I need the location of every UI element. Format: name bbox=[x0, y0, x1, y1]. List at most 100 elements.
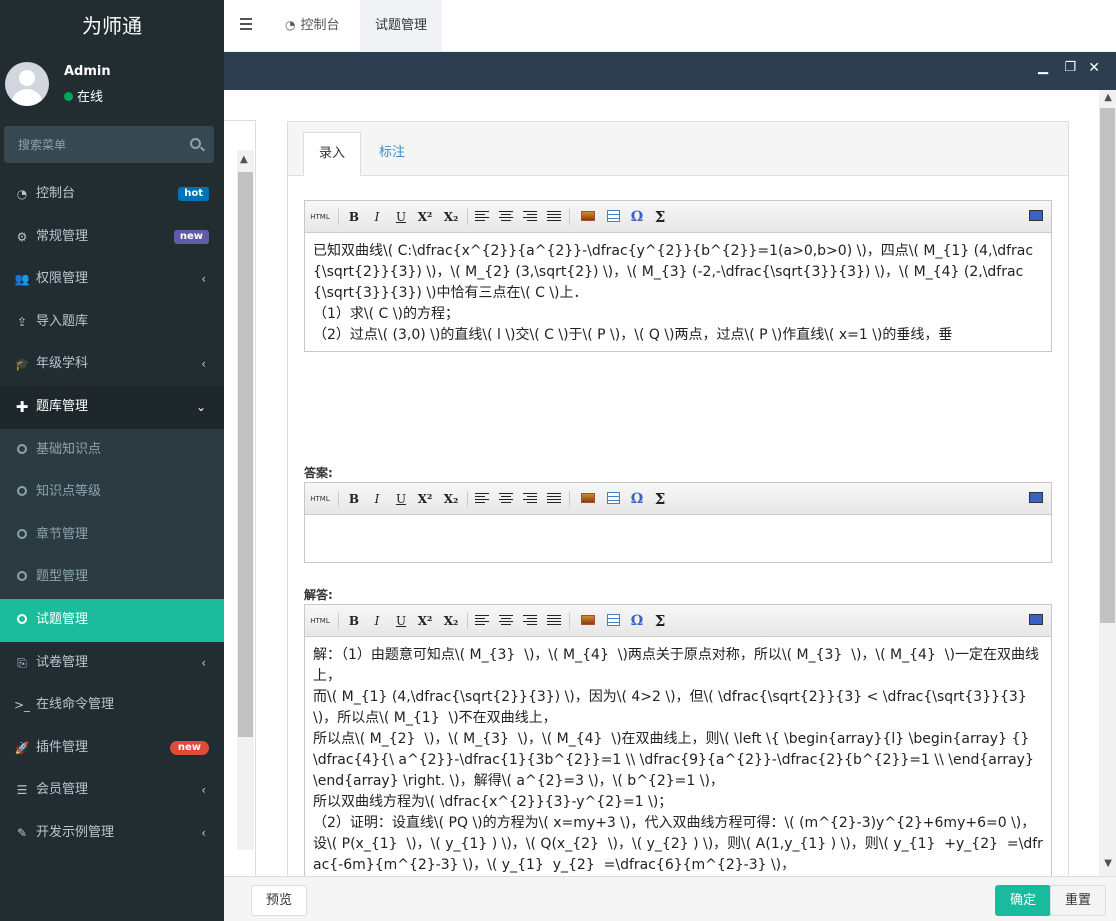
align-left-icon[interactable] bbox=[473, 612, 491, 630]
italic-button[interactable]: I bbox=[368, 490, 386, 508]
sidebar-item-auth[interactable]: 👥 权限管理 ‹ bbox=[0, 258, 224, 301]
fullscreen-icon[interactable] bbox=[1029, 210, 1043, 221]
terminal-icon: >_ bbox=[14, 698, 31, 713]
scroll-down-icon[interactable]: ▼ bbox=[1104, 858, 1112, 869]
preview-button[interactable]: 预览 bbox=[251, 885, 308, 916]
sidebar-item-command[interactable]: >_ 在线命令管理 bbox=[0, 684, 224, 727]
dialog-header: ▁ ❐ ✕ bbox=[224, 52, 1116, 90]
image-icon[interactable] bbox=[581, 211, 595, 221]
table-icon[interactable] bbox=[607, 492, 620, 504]
sidebar-item-import[interactable]: ⇪ 导入题库 bbox=[0, 301, 224, 344]
upload-icon: ⇪ bbox=[16, 314, 28, 329]
dialog-scrollbar-thumb[interactable] bbox=[1100, 108, 1115, 623]
subscript-button[interactable]: X₂ bbox=[442, 208, 460, 226]
magic-icon: ✎ bbox=[16, 825, 28, 840]
sidebar-item-chapter[interactable]: 章节管理 bbox=[0, 514, 224, 557]
table-icon[interactable] bbox=[607, 210, 620, 222]
bold-button[interactable]: B bbox=[345, 490, 363, 508]
bold-button[interactable]: B bbox=[345, 612, 363, 630]
sidebar-item-example[interactable]: ✎ 开发示例管理 ‹ bbox=[0, 812, 224, 855]
italic-button[interactable]: I bbox=[368, 612, 386, 630]
subscript-button[interactable]: X₂ bbox=[442, 612, 460, 630]
circle-icon bbox=[17, 443, 27, 454]
superscript-button[interactable]: X² bbox=[416, 490, 434, 508]
tab-dashboard[interactable]: ◔ 控制台 bbox=[270, 0, 355, 51]
superscript-button[interactable]: X² bbox=[416, 208, 434, 226]
answer-editor[interactable]: HTML B I U X² X₂ Ω Σ bbox=[304, 482, 1052, 563]
special-char-icon[interactable]: Ω bbox=[628, 612, 646, 630]
maximize-icon[interactable]: ❐ bbox=[1064, 60, 1076, 75]
align-justify-icon[interactable] bbox=[545, 612, 563, 630]
align-right-icon[interactable] bbox=[521, 612, 539, 630]
sidebar-item-general[interactable]: ⚙ 常规管理 new bbox=[0, 216, 224, 259]
chevron-left-icon: ‹ bbox=[201, 357, 206, 372]
left-scrollbar-thumb[interactable] bbox=[238, 172, 253, 737]
html-source-button[interactable]: HTML bbox=[309, 490, 331, 508]
align-left-icon[interactable] bbox=[473, 490, 491, 508]
ok-button[interactable]: 确定 bbox=[994, 885, 1051, 916]
paste-icon: ⎘ bbox=[17, 655, 27, 670]
special-char-icon[interactable]: Ω bbox=[628, 208, 646, 226]
superscript-button[interactable]: X² bbox=[416, 612, 434, 630]
users-icon: 👥 bbox=[14, 272, 30, 287]
tab-input[interactable]: 录入 bbox=[303, 132, 362, 176]
sidebar-item-grade[interactable]: 🎓 年级学科 ‹ bbox=[0, 343, 224, 386]
italic-button[interactable]: I bbox=[368, 208, 386, 226]
dialog-footer: 预览 确定 重置 bbox=[224, 876, 1116, 921]
image-icon[interactable] bbox=[581, 493, 595, 503]
hamburger-menu-icon[interactable] bbox=[240, 18, 252, 33]
underline-button[interactable]: U bbox=[392, 612, 410, 630]
tab-annotate[interactable]: 标注 bbox=[364, 132, 420, 176]
align-justify-icon[interactable] bbox=[545, 208, 563, 226]
formula-icon[interactable]: Σ bbox=[651, 612, 669, 630]
sidebar-item-plugin[interactable]: 🚀 插件管理 new bbox=[0, 727, 224, 770]
fullscreen-icon[interactable] bbox=[1029, 614, 1043, 625]
align-center-icon[interactable] bbox=[497, 490, 515, 508]
minimize-icon[interactable]: ▁ bbox=[1038, 60, 1048, 75]
plus-icon: ✚ bbox=[15, 397, 29, 416]
sidebar-item-paper[interactable]: ⎘ 试卷管理 ‹ bbox=[0, 642, 224, 685]
search-input[interactable] bbox=[4, 126, 184, 163]
html-source-button[interactable]: HTML bbox=[309, 612, 331, 630]
circle-icon bbox=[17, 613, 27, 624]
subscript-button[interactable]: X₂ bbox=[442, 490, 460, 508]
sidebar-item-questions[interactable]: 试题管理 bbox=[0, 598, 224, 642]
align-center-icon[interactable] bbox=[497, 612, 515, 630]
solution-editor[interactable]: HTML B I U X² X₂ Ω Σ 解：（1）由题意可知点\(M_{3}… bbox=[304, 604, 1052, 894]
sidebar-item-knowledge[interactable]: 基础知识点 bbox=[0, 429, 224, 472]
sidebar-item-dashboard[interactable]: ◔ 控制台 hot bbox=[0, 173, 224, 216]
circle-icon bbox=[17, 528, 27, 539]
scroll-up-icon[interactable]: ▲ bbox=[240, 154, 248, 165]
align-right-icon[interactable] bbox=[521, 208, 539, 226]
align-justify-icon[interactable] bbox=[545, 490, 563, 508]
formula-icon[interactable]: Σ bbox=[651, 490, 669, 508]
underline-button[interactable]: U bbox=[392, 208, 410, 226]
question-editor[interactable]: HTML B I U X² X₂ Ω Σ 已知双曲线\(C:\dfrac{x^… bbox=[304, 200, 1052, 352]
reset-button[interactable]: 重置 bbox=[1049, 885, 1106, 916]
align-right-icon[interactable] bbox=[521, 490, 539, 508]
new-badge: new bbox=[173, 229, 209, 244]
special-char-icon[interactable]: Ω bbox=[628, 490, 646, 508]
close-icon[interactable]: ✕ bbox=[1088, 60, 1100, 76]
image-icon[interactable] bbox=[581, 615, 595, 625]
fullscreen-icon[interactable] bbox=[1029, 492, 1043, 503]
align-center-icon[interactable] bbox=[497, 208, 515, 226]
tab-questions[interactable]: 试题管理 bbox=[360, 0, 443, 51]
table-icon[interactable] bbox=[607, 614, 620, 626]
scroll-up-icon[interactable]: ▲ bbox=[1104, 92, 1112, 103]
sidebar-item-member[interactable]: ☰ 会员管理 ‹ bbox=[0, 769, 224, 812]
answer-content[interactable] bbox=[305, 515, 1051, 561]
formula-icon[interactable]: Σ bbox=[651, 208, 669, 226]
underline-button[interactable]: U bbox=[392, 490, 410, 508]
align-left-icon[interactable] bbox=[473, 208, 491, 226]
sidebar-item-question-bank[interactable]: ✚ 题库管理 ⌄ bbox=[0, 385, 224, 429]
sidebar-menu: ◔ 控制台 hot ⚙ 常规管理 new 👥 权限管理 ‹ ⇪ 导入题库 🎓 年级学科 ‹ ✚ 题库… bbox=[0, 173, 224, 855]
sidebar-item-knowledge-level[interactable]: 知识点等级 bbox=[0, 471, 224, 514]
sidebar-item-question-type[interactable]: 题型管理 bbox=[0, 556, 224, 599]
question-content[interactable]: 已知双曲线\( C:\dfrac{x^{2}}{a^{2}}-\dfrac{y^… bbox=[305, 233, 1051, 351]
html-source-button[interactable]: HTML bbox=[309, 208, 331, 226]
solution-content[interactable]: 解：（1）由题意可知点\( M_{3} \)，\( M_{4} \)两点关于原点… bbox=[305, 637, 1051, 893]
search-icon[interactable] bbox=[190, 138, 201, 149]
app-logo[interactable]: 为师通 bbox=[0, 0, 224, 52]
bold-button[interactable]: B bbox=[345, 208, 363, 226]
